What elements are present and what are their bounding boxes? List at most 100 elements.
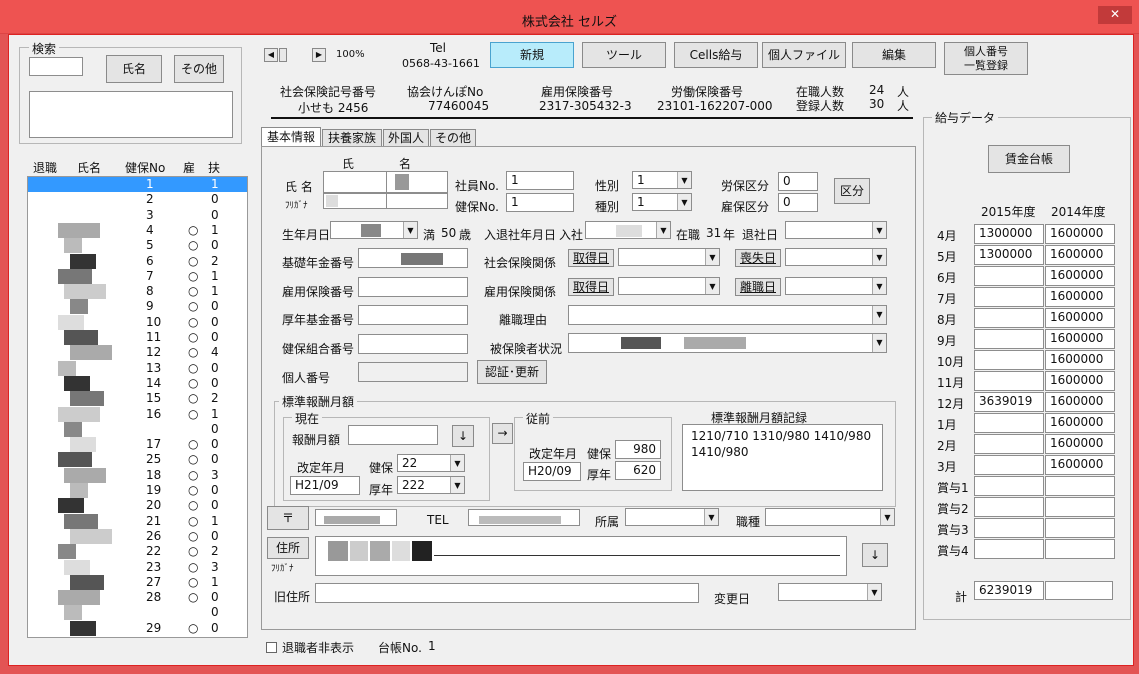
kenpo-grade-select[interactable]: 22 ▼ [397,454,465,472]
salary-year2-cell[interactable] [1045,476,1115,496]
hoshu-input[interactable] [348,425,438,445]
list-item[interactable]: 17 ○ 0 [28,437,247,453]
list-item[interactable]: 5 ○ 0 [28,238,247,254]
salary-year1-cell[interactable] [974,371,1044,391]
list-item[interactable]: 20 [28,192,247,207]
list-item[interactable]: 0 [28,421,247,437]
koyo-shutoku-button[interactable]: 取得日 [568,278,614,296]
list-item[interactable]: 13 ○ 0 [28,360,247,376]
search-input[interactable] [29,57,83,76]
salary-year1-cell[interactable] [974,455,1044,475]
kaitei-input[interactable]: H21/09 [290,476,360,495]
list-item[interactable]: 0 [28,605,247,621]
salary-year2-cell[interactable] [1045,497,1115,517]
salary-year2-cell[interactable]: 1600000 [1045,434,1115,454]
jusho-button[interactable]: 住所 [267,537,309,559]
list-item[interactable]: 28 ○ 0 [28,590,247,606]
salary-year1-cell[interactable] [974,329,1044,349]
salary-year2-cell[interactable]: 1600000 [1045,350,1115,370]
zip-button[interactable]: 〒 [267,506,309,530]
hide-retired-checkbox[interactable] [266,642,277,653]
koyo-shutoku-select[interactable]: ▼ [618,277,720,295]
riyu-select[interactable]: ▼ [568,305,887,325]
shokushu-select[interactable]: ▼ [765,508,895,526]
personal-file-button[interactable]: 個人ファイル [762,42,846,68]
rishoku-select[interactable]: ▼ [785,277,887,295]
scroll-thumb[interactable] [279,48,287,62]
edit-button[interactable]: 編集 [852,42,936,68]
mei-input[interactable] [386,171,448,193]
salary-year2-cell[interactable]: 1600000 [1045,371,1115,391]
juzen-kaitei-input[interactable]: H20/09 [523,462,581,481]
tool-button[interactable]: ツール [582,42,666,68]
salary-year1-cell[interactable] [974,308,1044,328]
koyo-no-input[interactable] [358,277,468,297]
list-item[interactable]: 21 ○ 1 [28,513,247,529]
salary-year2-cell[interactable]: 1600000 [1045,392,1115,412]
salary-year2-cell[interactable] [1045,539,1115,559]
shain-no-input[interactable]: 1 [506,171,574,190]
close-button[interactable]: ✕ [1098,6,1132,24]
list-item[interactable]: 12 ○ 4 [28,345,247,361]
salary-year2-cell[interactable]: 1600000 [1045,287,1115,307]
shaho-shutoku-select[interactable]: ▼ [618,248,720,266]
seibetsu-select[interactable]: 1 ▼ [632,171,692,189]
henko-select[interactable]: ▼ [778,583,882,601]
kubun-button[interactable]: 区分 [834,178,870,204]
kosei-grade-select[interactable]: 222 ▼ [397,476,465,494]
kiroku-textarea[interactable]: 1210/710 1310/980 1410/980 1410/980 [682,424,883,491]
list-item[interactable]: 8 ○ 1 [28,284,247,300]
kenpo-no-input[interactable]: 1 [506,193,574,212]
sei-kana-input[interactable] [323,193,387,209]
search-results-box[interactable] [29,91,233,138]
kenpo-kumiai-input[interactable] [358,334,468,354]
next-icon[interactable]: ▶ [312,48,326,62]
salary-year2-cell[interactable]: 1600000 [1045,224,1115,244]
birth-select[interactable]: ▼ [330,221,418,239]
salary-year1-cell[interactable] [974,539,1044,559]
salary-year2-cell[interactable] [1045,518,1115,538]
search-other-button[interactable]: その他 [174,55,224,83]
koho-input[interactable]: 0 [778,193,818,212]
employee-list[interactable]: 1 1 2 0 3 0 4 ○ 1 5 ○ 0 6 ○ 2 7 ○ 1 8 ○ 1 9 ○ 0 10 ○ 0 11 ○ 0 12 ○ 4 13 ○ 0… [27,176,248,638]
list-item[interactable]: 14 ○ 0 [28,375,247,391]
salary-year1-cell[interactable] [974,434,1044,454]
arrow-down-icon[interactable]: ↓ [452,425,474,447]
salary-year2-cell[interactable]: 1600000 [1045,308,1115,328]
shaho-shutoku-button[interactable]: 取得日 [568,249,614,267]
mei-kana-input[interactable] [386,193,448,209]
list-item[interactable]: 22 ○ 2 [28,544,247,560]
salary-year2-cell[interactable]: 1600000 [1045,266,1115,286]
salary-year2-cell[interactable]: 1600000 [1045,329,1115,349]
list-item[interactable]: 18 ○ 3 [28,467,247,483]
juzen-kosei-input[interactable]: 620 [615,461,661,480]
soshitsu-select[interactable]: ▼ [785,248,887,266]
salary-year1-cell[interactable]: 1300000 [974,224,1044,244]
salary-year2-cell[interactable]: 1600000 [1045,455,1115,475]
kosei-kikin-input[interactable] [358,305,468,325]
list-item[interactable]: 11 ○ 0 [28,330,247,345]
list-item[interactable]: 11 [28,177,247,192]
new-button[interactable]: 新規 [490,42,574,68]
list-item[interactable]: 29 ○ 0 [28,620,247,636]
list-item[interactable]: 15 ○ 2 [28,391,247,407]
kiso-input[interactable] [358,248,468,268]
address-input[interactable] [315,536,847,576]
tab-foreigner[interactable]: 外国人 [383,129,429,147]
salary-year1-cell[interactable]: 1300000 [974,245,1044,265]
salary-year1-cell[interactable]: 3639019 [974,392,1044,412]
list-item[interactable]: 25 ○ 0 [28,452,247,468]
nyusha-select[interactable]: ▼ [585,221,671,239]
list-item[interactable]: 16 ○ 1 [28,406,247,422]
mynumber-register-button[interactable]: 個人番号 一覧登録 [944,42,1028,75]
address-down-icon[interactable]: ↓ [862,543,888,567]
salary-year1-cell[interactable] [974,476,1044,496]
shozoku-select[interactable]: ▼ [625,508,719,526]
prev-icon[interactable]: ◀ [264,48,278,62]
salary-year2-cell[interactable]: 1600000 [1045,413,1115,433]
salary-year1-cell[interactable] [974,287,1044,307]
salary-year1-cell[interactable] [974,413,1044,433]
tel-input[interactable] [468,509,580,526]
taisha-select[interactable]: ▼ [785,221,887,239]
zip-input[interactable] [315,509,397,526]
